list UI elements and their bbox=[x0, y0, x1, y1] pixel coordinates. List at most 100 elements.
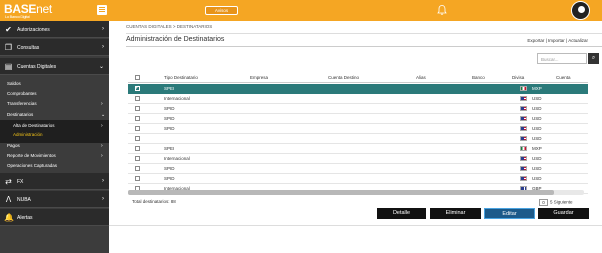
next-page-link[interactable]: 5 Siguiente bbox=[550, 200, 573, 205]
table-row[interactable]: Internacional USD bbox=[128, 94, 588, 104]
table-row[interactable]: SPEI MXP bbox=[128, 84, 588, 94]
cell-tipo: SPID bbox=[164, 126, 175, 131]
sidebar-item-label: NUBA bbox=[17, 197, 31, 203]
us-flag-icon bbox=[520, 126, 527, 131]
divider bbox=[126, 46, 602, 47]
sidebar-item-alertas[interactable]: 🔔 Alertas bbox=[0, 209, 109, 226]
cards-icon: ▤ bbox=[4, 62, 13, 71]
total-count: Total destinatarios: 88 bbox=[132, 199, 176, 204]
table-row[interactable]: Internacional USD bbox=[128, 154, 588, 164]
mx-flag-icon bbox=[520, 86, 527, 91]
table-header: Tipo Destinatario Empresa Cuenta Destino… bbox=[128, 72, 588, 83]
horizontal-scrollbar[interactable] bbox=[128, 190, 584, 195]
sidebar-item-autorizaciones[interactable]: ✔ Autorizaciones › bbox=[0, 21, 109, 38]
check-icon: ✔ bbox=[5, 25, 12, 34]
editar-button[interactable]: Editar bbox=[484, 208, 535, 219]
sidebar-subitem-pagos[interactable]: Pagos › bbox=[7, 143, 103, 149]
chevron-right-icon: › bbox=[101, 143, 103, 149]
column-header[interactable]: Divisa bbox=[512, 75, 524, 80]
chevron-right-icon: › bbox=[102, 178, 104, 184]
sidebar-item-label: Consultas bbox=[17, 45, 40, 51]
table-row[interactable]: SPID USD bbox=[128, 174, 588, 184]
sidebar-subitem-label: Destinatarios bbox=[7, 112, 34, 117]
detalle-button[interactable]: Detalle bbox=[377, 208, 426, 219]
row-checkbox[interactable] bbox=[135, 106, 140, 111]
sidebar-item-cuentas-digitales[interactable]: ▤ Cuentas Digitales ⌄ bbox=[0, 58, 109, 75]
column-header[interactable]: Cuenta Destino bbox=[328, 75, 359, 80]
cell-tipo: SPID bbox=[164, 166, 175, 171]
guardar-button[interactable]: Guardar bbox=[538, 208, 589, 219]
copy-icon: ❐ bbox=[4, 43, 13, 52]
sidebar-subitem-label: Transferencias bbox=[7, 101, 37, 106]
sidebar-subitem-alta-destinatarios[interactable]: Alta de Destinatarios › bbox=[13, 123, 103, 129]
search-input[interactable]: Buscar... bbox=[537, 53, 587, 64]
row-checkbox[interactable] bbox=[135, 146, 140, 151]
column-header[interactable]: Banco bbox=[472, 75, 485, 80]
table-row[interactable]: SPID USD bbox=[128, 104, 588, 114]
chevron-right-icon: › bbox=[101, 153, 103, 159]
chevron-right-icon: › bbox=[102, 26, 104, 32]
sidebar-item-consultas[interactable]: ❐ Consultas › bbox=[0, 39, 109, 56]
menu-toggle-icon[interactable] bbox=[97, 5, 107, 15]
table-actions: Exportar | Importar | Actualizar bbox=[527, 38, 588, 43]
column-header[interactable]: Cuenta bbox=[556, 75, 571, 80]
sidebar-item-label: Cuentas Digitales bbox=[17, 64, 57, 70]
mx-flag-icon bbox=[520, 146, 527, 151]
scrollbar-thumb[interactable] bbox=[128, 190, 554, 195]
sidebar-subitem-administracion[interactable]: Administración bbox=[13, 132, 43, 137]
row-checkbox[interactable] bbox=[135, 126, 140, 131]
search-icon[interactable]: ⌕ bbox=[588, 53, 599, 64]
sidebar-subitem-reporte-movimientos[interactable]: Reporte de Movimientos › bbox=[7, 153, 103, 159]
us-flag-icon bbox=[520, 166, 527, 171]
sidebar-subitem-label: Alta de Destinatarios bbox=[13, 123, 55, 128]
column-header[interactable]: Empresa bbox=[250, 75, 268, 80]
sidebar-item-label: FX bbox=[17, 179, 24, 185]
column-header[interactable]: Tipo Destinatario bbox=[164, 75, 198, 80]
row-checkbox[interactable] bbox=[135, 166, 140, 171]
cell-divisa: USD bbox=[532, 116, 542, 121]
chevron-right-icon: › bbox=[102, 196, 104, 202]
table-row[interactable]: SPID USD bbox=[128, 124, 588, 134]
sidebar-subitem-saldos[interactable]: Saldos bbox=[7, 81, 21, 86]
divider bbox=[126, 33, 602, 34]
sidebar-subitem-operaciones-capturadas[interactable]: Operaciones Capturadas bbox=[7, 163, 57, 168]
sidebar-subitem-destinatarios[interactable]: Destinatarios ⌄ bbox=[7, 112, 105, 118]
sidebar-subitem-label: Saldos bbox=[7, 81, 21, 86]
sidebar-subitem-transferencias[interactable]: Transferencias › bbox=[7, 101, 103, 107]
row-checkbox[interactable] bbox=[135, 176, 140, 181]
cell-divisa: MXP bbox=[532, 146, 542, 151]
cell-divisa: USD bbox=[532, 126, 542, 131]
cell-tipo: SPEI bbox=[164, 146, 175, 151]
chevron-down-icon: ⌄ bbox=[101, 112, 106, 118]
row-checkbox[interactable] bbox=[135, 156, 140, 161]
top-bar: BASEnet Lo Banco Digital Avisos bbox=[0, 0, 602, 21]
page-input[interactable]: 0 bbox=[539, 199, 548, 206]
cell-tipo: SPID bbox=[164, 116, 175, 121]
user-avatar[interactable] bbox=[571, 1, 590, 20]
table-row[interactable]: SPID USD bbox=[128, 114, 588, 124]
sidebar-subitem-comprobantes[interactable]: Comprobantes bbox=[7, 91, 37, 96]
sidebar-item-fx[interactable]: ⇄ FX › bbox=[0, 173, 109, 190]
table-row[interactable]: SPID USD bbox=[128, 164, 588, 174]
exchange-icon: ⇄ bbox=[5, 177, 12, 186]
row-checkbox[interactable] bbox=[135, 136, 140, 141]
cell-tipo: SPEI bbox=[164, 86, 175, 91]
bell-icon[interactable] bbox=[436, 4, 448, 16]
import-link[interactable]: Importar bbox=[548, 38, 565, 43]
logo-tagline: Lo Banco Digital bbox=[5, 14, 30, 19]
refresh-link[interactable]: Actualizar bbox=[568, 38, 588, 43]
table-row[interactable]: SPEI MXP bbox=[128, 144, 588, 154]
row-checkbox[interactable] bbox=[135, 116, 140, 121]
table-row[interactable]: USD bbox=[128, 134, 588, 144]
select-all-checkbox[interactable] bbox=[135, 75, 140, 80]
export-link[interactable]: Exportar bbox=[527, 38, 544, 43]
divider bbox=[109, 225, 602, 226]
eliminar-button[interactable]: Eliminar bbox=[430, 208, 481, 219]
avisos-button[interactable]: Avisos bbox=[205, 6, 238, 15]
column-header[interactable]: Alias bbox=[416, 75, 426, 80]
logo[interactable]: BASEnet Lo Banco Digital bbox=[4, 2, 52, 19]
row-checkbox[interactable] bbox=[135, 96, 140, 101]
row-checkbox[interactable] bbox=[135, 85, 140, 91]
us-flag-icon bbox=[520, 96, 527, 101]
sidebar-item-nuba[interactable]: Λ NUBA › bbox=[0, 191, 109, 208]
